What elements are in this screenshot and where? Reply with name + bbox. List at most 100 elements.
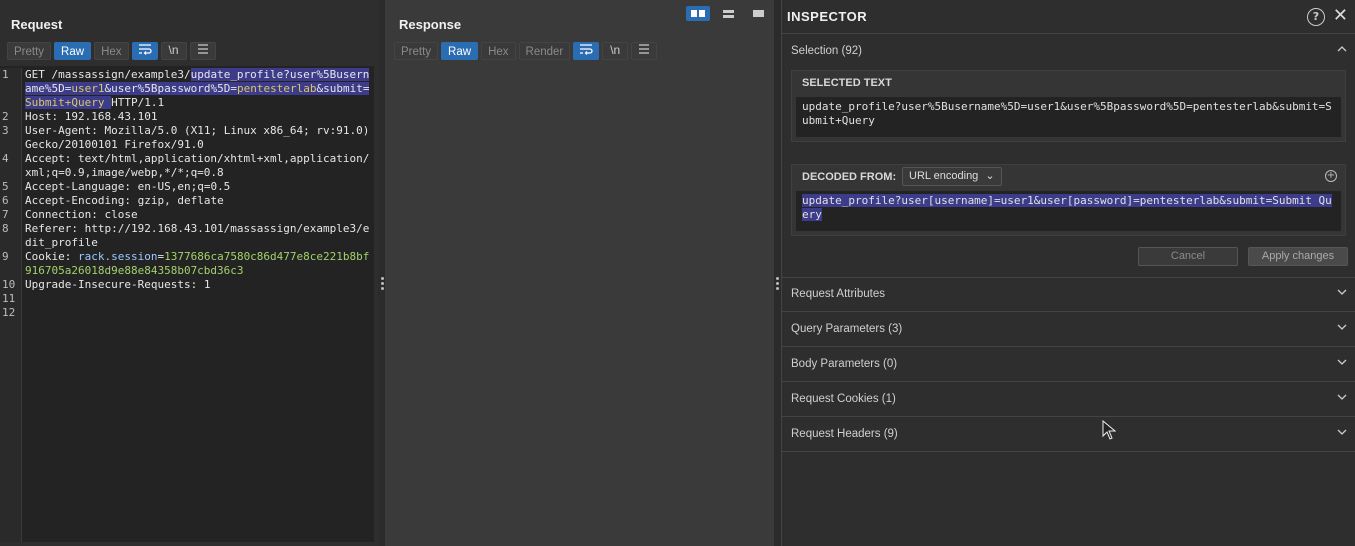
code-token: Accept-Encoding: bbox=[25, 194, 138, 207]
decoding-select[interactable]: URL encoding ⌄ bbox=[902, 167, 1002, 186]
selection-section-header[interactable]: Selection (92) bbox=[782, 34, 1355, 69]
code-token: User-Agent: bbox=[25, 124, 105, 137]
inspector-pane: INSPECTOR ? ✕ Selection (92) SELECTED TE… bbox=[781, 0, 1355, 546]
code-token: 1 bbox=[203, 278, 211, 291]
response-title: Response bbox=[399, 17, 462, 32]
section-request-attributes[interactable]: Request Attributes bbox=[782, 277, 1355, 312]
request-title: Request bbox=[11, 17, 63, 32]
selected-text-box: SELECTED TEXT update_profile?user%5Buser… bbox=[791, 70, 1346, 142]
section-request-cookies[interactable]: Request Cookies (1) bbox=[782, 382, 1355, 417]
code-token: user%5Bpassword%5D bbox=[111, 82, 231, 95]
single-view-icon[interactable] bbox=[746, 6, 770, 21]
selected-text-value[interactable]: update_profile?user%5Busername%5D=user1&… bbox=[796, 97, 1341, 137]
decoding-select-value: URL encoding bbox=[909, 170, 979, 182]
request-line: 9 Cookie: rack.session=1377686ca7580c86d4… bbox=[2, 250, 372, 278]
line-content: GET /massassign/example3/update_profile?… bbox=[25, 68, 370, 109]
split-vertical-icon[interactable] bbox=[716, 6, 740, 21]
code-token: Accept-Language: bbox=[25, 180, 138, 193]
request-line: 1 GET /massassign/example3/update_profile… bbox=[2, 68, 372, 110]
code-token: close bbox=[104, 208, 138, 221]
request-editor[interactable]: 1 GET /massassign/example3/update_profile… bbox=[0, 66, 374, 542]
response-wrap-lines-icon[interactable] bbox=[573, 42, 600, 60]
request-line: 4 Accept: text/html,application/xhtml+xml… bbox=[2, 152, 372, 180]
response-tab-pretty[interactable]: Pretty bbox=[394, 42, 439, 60]
code-token: Submit+Query bbox=[25, 96, 105, 109]
code-token: update_profile? bbox=[190, 68, 290, 81]
request-tabbar: Pretty Raw Hex \n bbox=[7, 42, 216, 60]
request-tab-pretty[interactable]: Pretty bbox=[7, 42, 52, 60]
line-number: 9 bbox=[2, 250, 9, 263]
line-content: Accept: text/html,application/xhtml+xml,… bbox=[25, 152, 369, 179]
response-pane: Response Pretty Raw Hex Render \n bbox=[385, 0, 778, 546]
response-tab-hex[interactable]: Hex bbox=[481, 42, 516, 60]
menu-icon[interactable] bbox=[189, 42, 216, 60]
code-token: Cookie: bbox=[25, 250, 78, 263]
code-token: Upgrade-Insecure-Requests: bbox=[25, 278, 204, 291]
line-content bbox=[25, 306, 32, 319]
line-number: 10 bbox=[2, 278, 16, 291]
section-label: Request Headers (9) bbox=[791, 428, 898, 440]
line-number: 8 bbox=[2, 222, 9, 235]
selection-label: Selection (92) bbox=[791, 45, 862, 57]
response-newline-toggle-icon[interactable]: \n bbox=[602, 42, 629, 60]
line-content: Accept-Encoding: gzip, deflate bbox=[25, 194, 224, 207]
section-body-parameters[interactable]: Body Parameters (0) bbox=[782, 347, 1355, 382]
request-line: 11 bbox=[2, 292, 372, 306]
chevron-down-icon bbox=[1337, 359, 1347, 365]
line-content: Referer: http://192.168.43.101/massassig… bbox=[25, 222, 369, 249]
section-label: Request Attributes bbox=[791, 288, 885, 300]
wrap-lines-icon[interactable] bbox=[131, 42, 158, 60]
line-content: Host: 192.168.43.101 bbox=[25, 110, 157, 123]
code-token: submit bbox=[323, 82, 363, 95]
line-number: 2 bbox=[2, 110, 9, 123]
close-icon[interactable]: ✕ bbox=[1333, 6, 1348, 26]
line-number: 1 bbox=[2, 68, 9, 81]
drag-handle-right-icon[interactable] bbox=[775, 277, 780, 292]
code-token: user1 bbox=[71, 82, 105, 95]
newline-toggle-icon[interactable]: \n bbox=[160, 42, 187, 60]
mouse-cursor-icon bbox=[1102, 420, 1116, 440]
decoded-text-input[interactable]: update_profile?user[username]=user1&user… bbox=[796, 191, 1341, 231]
help-icon[interactable]: ? bbox=[1307, 8, 1325, 26]
pane-divider-right[interactable] bbox=[774, 0, 781, 546]
section-label: Query Parameters (3) bbox=[791, 323, 903, 335]
line-number: 5 bbox=[2, 180, 9, 193]
code-token: Accept: bbox=[25, 152, 78, 165]
request-line: 3 User-Agent: Mozilla/5.0 (X11; Linux x86… bbox=[2, 124, 372, 152]
request-tab-raw[interactable]: Raw bbox=[54, 42, 92, 60]
response-menu-icon[interactable] bbox=[631, 42, 658, 60]
line-number: 3 bbox=[2, 124, 9, 137]
request-line: 10 Upgrade-Insecure-Requests: 1 bbox=[2, 278, 372, 292]
code-token: GET /massassign/example3/ bbox=[25, 68, 191, 81]
decoded-from-box: DECODED FROM: URL encoding ⌄ + update_pr… bbox=[791, 164, 1346, 236]
line-number: 11 bbox=[2, 292, 16, 305]
section-request-headers[interactable]: Request Headers (9) bbox=[782, 417, 1355, 452]
section-label: Request Cookies (1) bbox=[791, 393, 896, 405]
line-number: 12 bbox=[2, 306, 16, 319]
apply-changes-button[interactable]: Apply changes bbox=[1248, 247, 1348, 266]
decoded-from-title: DECODED FROM: bbox=[802, 171, 897, 183]
cancel-button[interactable]: Cancel bbox=[1138, 247, 1238, 266]
line-content: Connection: close bbox=[25, 208, 138, 221]
inspector-header: INSPECTOR ? ✕ bbox=[782, 0, 1355, 34]
inspector-title: INSPECTOR bbox=[787, 9, 868, 24]
add-decoding-icon[interactable]: + bbox=[1325, 170, 1337, 182]
request-line: 7 Connection: close bbox=[2, 208, 372, 222]
request-line: 5 Accept-Language: en-US,en;q=0.5 bbox=[2, 180, 372, 194]
section-query-parameters[interactable]: Query Parameters (3) bbox=[782, 312, 1355, 347]
line-content bbox=[25, 292, 32, 305]
response-tab-raw[interactable]: Raw bbox=[441, 42, 479, 60]
layout-toggles bbox=[686, 6, 770, 21]
line-number: 4 bbox=[2, 152, 9, 165]
code-token: pentesterlab bbox=[236, 82, 317, 95]
chevron-down-icon bbox=[1337, 289, 1347, 295]
request-line: 12 bbox=[2, 306, 372, 320]
split-horizontal-icon[interactable] bbox=[686, 6, 710, 21]
line-content: Accept-Language: en-US,en;q=0.5 bbox=[25, 180, 230, 193]
code-token: Host: bbox=[25, 110, 65, 123]
code-token: Referer: bbox=[25, 222, 85, 235]
request-tab-hex[interactable]: Hex bbox=[94, 42, 129, 60]
response-tab-render[interactable]: Render bbox=[518, 42, 571, 60]
chevron-up-icon bbox=[1337, 46, 1347, 52]
code-token: HTTP/1.1 bbox=[111, 96, 165, 109]
